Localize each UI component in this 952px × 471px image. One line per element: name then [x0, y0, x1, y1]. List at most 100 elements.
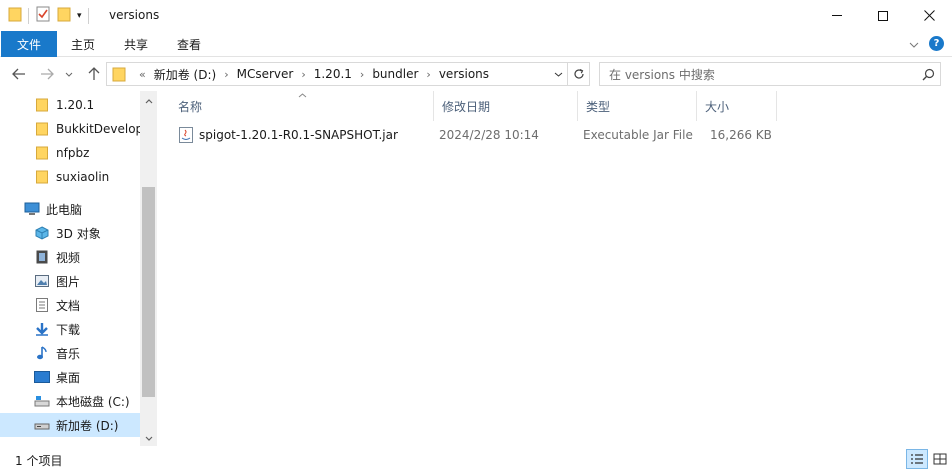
- minimize-button[interactable]: [814, 0, 860, 31]
- maximize-button[interactable]: [860, 0, 906, 31]
- tab-view[interactable]: 查看: [166, 31, 212, 57]
- divider: [87, 7, 89, 24]
- refresh-button[interactable]: [568, 62, 590, 86]
- column-header-name[interactable]: 名称: [170, 91, 434, 121]
- documents-icon: [34, 297, 50, 313]
- nav-item-suxiaolin[interactable]: suxiaolin: [0, 165, 140, 189]
- address-bar[interactable]: « 新加卷 (D:) › MCserver › 1.20.1 › bundler…: [106, 62, 568, 86]
- details-view-button[interactable]: [906, 449, 928, 469]
- breadcrumb-item[interactable]: MCserver: [233, 67, 298, 81]
- folder-icon: [34, 121, 50, 137]
- nav-item-label: 下载: [56, 322, 81, 337]
- breadcrumb-separator[interactable]: ›: [220, 68, 232, 81]
- nav-item-drive-d[interactable]: 新加卷 (D:): [0, 413, 140, 437]
- window-title: versions: [109, 8, 160, 22]
- desktop-icon: [34, 369, 50, 385]
- help-button[interactable]: ?: [929, 36, 944, 51]
- chevron-down-icon: [554, 72, 562, 77]
- file-list: 名称 修改日期 类型 大小 spigot-1.20.1-R0.1-SNAPSHO…: [170, 91, 952, 446]
- breadcrumb-item[interactable]: versions: [435, 67, 493, 81]
- new-folder-icon[interactable]: [57, 6, 71, 25]
- tab-share[interactable]: 共享: [113, 31, 159, 57]
- column-header-modified[interactable]: 修改日期: [434, 91, 578, 121]
- music-icon: [34, 345, 50, 361]
- breadcrumb-item[interactable]: 1.20.1: [310, 67, 356, 81]
- file-modified: 2024/2/28 10:14: [439, 128, 539, 142]
- 3d-objects-icon: [34, 225, 50, 241]
- nav-item-label: 1.20.1: [56, 98, 95, 112]
- nav-item-label: 本地磁盘 (C:): [56, 394, 130, 409]
- large-icons-view-button[interactable]: [929, 449, 951, 469]
- customize-qat-icon[interactable]: ▾: [77, 11, 82, 21]
- folder-icon: [112, 66, 126, 85]
- drive-icon: [34, 417, 50, 433]
- nav-item-label: 此电脑: [46, 202, 83, 217]
- column-header-type[interactable]: 类型: [578, 91, 697, 121]
- nav-item-nfpbz[interactable]: nfpbz: [0, 141, 140, 165]
- search-box[interactable]: 在 versions 中搜索: [599, 62, 941, 86]
- nav-item-1-20-1[interactable]: 1.20.1: [0, 93, 140, 117]
- video-icon: [34, 249, 50, 265]
- nav-item-label: 桌面: [56, 370, 81, 385]
- ribbon-expand-button[interactable]: [909, 37, 919, 51]
- search-input[interactable]: 在 versions 中搜索: [600, 66, 916, 83]
- nav-item-this-pc[interactable]: 此电脑: [0, 197, 140, 221]
- recent-locations-button[interactable]: [62, 65, 76, 83]
- arrow-up-icon: [88, 67, 100, 80]
- arrow-left-icon: [12, 68, 25, 80]
- breadcrumb-separator[interactable]: ›: [297, 68, 309, 81]
- breadcrumb-separator[interactable]: ›: [356, 68, 368, 81]
- nav-item-3d-objects[interactable]: 3D 对象: [0, 221, 140, 245]
- scroll-up-button[interactable]: [140, 93, 157, 109]
- breadcrumb-item[interactable]: 新加卷 (D:): [150, 66, 220, 83]
- nav-item-desktop[interactable]: 桌面: [0, 365, 140, 389]
- nav-item-pictures[interactable]: 图片: [0, 269, 140, 293]
- scrollbar-thumb[interactable]: [142, 187, 155, 397]
- ribbon-controls: ?: [909, 36, 944, 51]
- nav-item-bukkitdevelop[interactable]: BukkitDevelop: [0, 117, 140, 141]
- nav-item-downloads[interactable]: 下载: [0, 317, 140, 341]
- folder-icon: [34, 169, 50, 185]
- file-row[interactable]: spigot-1.20.1-R0.1-SNAPSHOT.jar 2024/2/2…: [170, 124, 790, 146]
- breadcrumb-overflow[interactable]: «: [135, 68, 150, 81]
- quick-access-toolbar: ▾: [8, 6, 89, 25]
- details-view-icon: [911, 454, 923, 464]
- ribbon: 文件 主页 共享 查看 ?: [0, 31, 952, 57]
- address-dropdown-button[interactable]: [549, 63, 567, 85]
- properties-icon[interactable]: [35, 6, 51, 25]
- scroll-down-button[interactable]: [140, 430, 157, 446]
- nav-item-label: 图片: [56, 274, 81, 289]
- forward-button[interactable]: [38, 65, 56, 83]
- file-name[interactable]: spigot-1.20.1-R0.1-SNAPSHOT.jar: [199, 124, 398, 146]
- status-bar: 1 个项目: [0, 447, 952, 471]
- tab-home[interactable]: 主页: [60, 31, 106, 57]
- jar-file-icon: [179, 124, 193, 146]
- nav-item-label: 3D 对象: [56, 226, 101, 241]
- nav-item-music[interactable]: 音乐: [0, 341, 140, 365]
- breadcrumb-item[interactable]: bundler: [368, 67, 422, 81]
- pictures-icon: [34, 273, 50, 289]
- divider: [28, 7, 29, 24]
- maximize-icon: [878, 10, 888, 21]
- close-icon: [923, 10, 935, 21]
- large-icons-view-icon: [933, 453, 947, 465]
- nav-item-videos[interactable]: 视频: [0, 245, 140, 269]
- nav-item-label: nfpbz: [56, 146, 90, 160]
- search-icon[interactable]: [916, 68, 940, 81]
- column-header-size[interactable]: 大小: [697, 91, 777, 121]
- folder-icon: [34, 145, 50, 161]
- refresh-icon: [573, 68, 584, 79]
- breadcrumb-separator[interactable]: ›: [422, 68, 434, 81]
- chevron-down-icon: [65, 72, 73, 77]
- close-button[interactable]: [906, 0, 952, 31]
- help-icon: ?: [933, 38, 940, 49]
- nav-pane-scrollbar[interactable]: [140, 91, 157, 446]
- tab-file[interactable]: 文件: [1, 31, 57, 57]
- arrow-right-icon: [41, 68, 54, 80]
- nav-item-label: 文档: [56, 298, 81, 313]
- nav-item-documents[interactable]: 文档: [0, 293, 140, 317]
- drive-icon: [34, 393, 50, 409]
- nav-item-drive-c[interactable]: 本地磁盘 (C:): [0, 389, 140, 413]
- back-button[interactable]: [10, 65, 28, 83]
- up-button[interactable]: [85, 65, 103, 83]
